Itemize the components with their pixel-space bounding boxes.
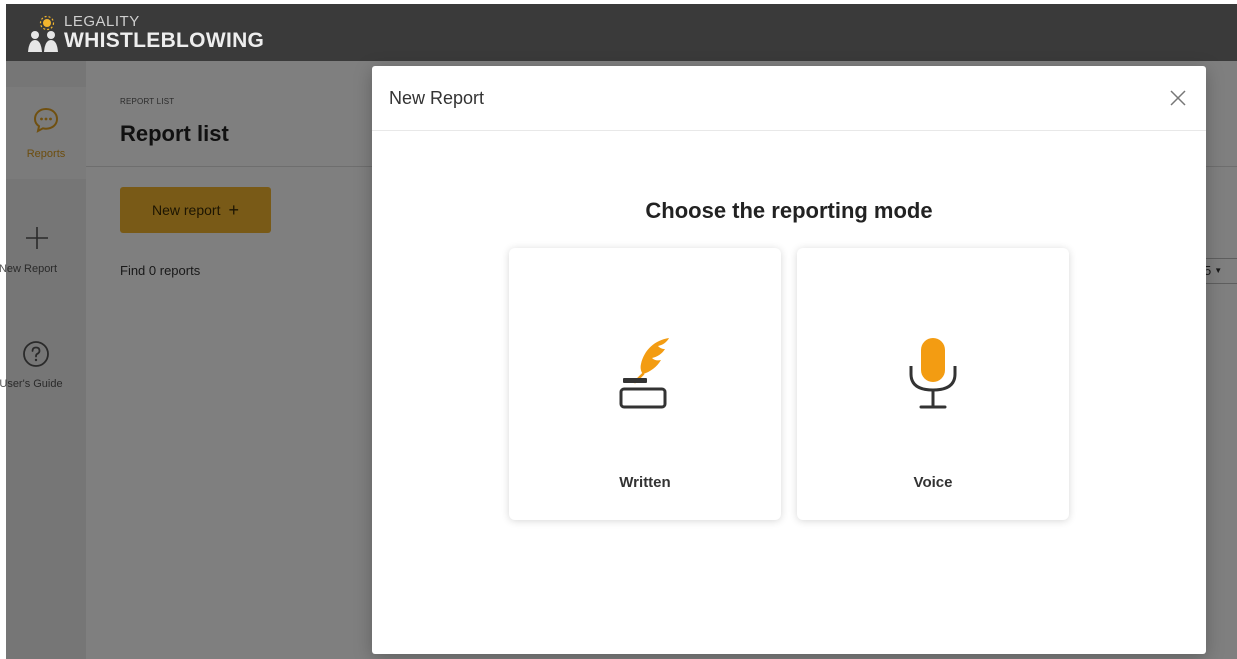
new-report-modal: New Report Choose the reporting mode Wri… [372, 66, 1206, 654]
voice-option-label: Voice [913, 474, 953, 491]
written-option-label: Written [619, 474, 671, 491]
voice-option-card[interactable]: Voice [797, 248, 1069, 520]
close-icon[interactable] [1168, 88, 1188, 108]
written-option-card[interactable]: Written [509, 248, 781, 520]
modal-title: New Report [389, 88, 485, 108]
brand-line1: LEGALITY [64, 13, 140, 30]
app-frame: LEGALITY WHISTLEBLOWING Reports New Repo… [0, 0, 1237, 659]
brand-line2: WHISTLEBLOWING [64, 29, 265, 52]
quill-inkpot-icon [619, 338, 669, 409]
brand-logo[interactable]: LEGALITY WHISTLEBLOWING [24, 10, 284, 56]
modal-header: New Report [372, 66, 1206, 131]
modal-heading: Choose the reporting mode [645, 198, 933, 223]
sun-icon [39, 15, 55, 31]
people-icon [28, 31, 58, 52]
top-bar: LEGALITY WHISTLEBLOWING [6, 4, 1237, 61]
microphone-icon [909, 338, 957, 409]
